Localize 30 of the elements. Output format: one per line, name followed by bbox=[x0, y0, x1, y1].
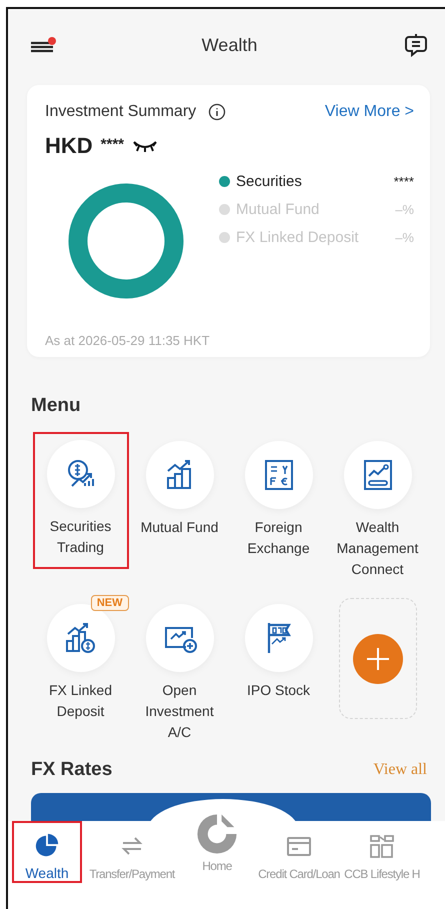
menu-shortcut[interactable]: Foreign Exchange bbox=[232, 433, 324, 582]
plus-icon bbox=[364, 646, 390, 672]
menu-shortcut[interactable]: Wealth Management Connect bbox=[332, 433, 424, 582]
menu-shortcut[interactable]: IPO Stock bbox=[232, 596, 324, 745]
new-badge: NEW bbox=[90, 595, 128, 611]
page-title: Wealth bbox=[202, 34, 258, 56]
card-title: Investment Summary bbox=[45, 103, 196, 121]
pie-chart-icon bbox=[33, 833, 61, 859]
currency-label: HKD bbox=[45, 133, 93, 159]
grid-icon bbox=[368, 833, 396, 861]
menu-icon[interactable] bbox=[28, 35, 56, 55]
nav-tab[interactable]: Wealth bbox=[12, 821, 82, 883]
legend-value: –% bbox=[395, 230, 414, 245]
view-more-link[interactable]: View More > bbox=[324, 103, 414, 121]
legend-label: Mutual Fund bbox=[236, 201, 320, 218]
chat-icon[interactable] bbox=[402, 32, 429, 58]
legend-label: FX Linked Deposit bbox=[236, 229, 359, 246]
menu-shortcut[interactable]: NEW FX Linked Deposit bbox=[34, 596, 126, 745]
closed-eye-icon[interactable] bbox=[132, 139, 158, 153]
section-title: FX Rates bbox=[31, 759, 112, 781]
legend-value: **** bbox=[394, 174, 414, 189]
menu-shortcut[interactable]: Securities Trading bbox=[32, 432, 128, 569]
section-title: Menu bbox=[31, 395, 82, 417]
legend-label: Securities bbox=[236, 173, 302, 190]
legend-value: –% bbox=[395, 202, 414, 217]
timestamp: As at 2026-05-29 11:35 HKT bbox=[45, 333, 211, 348]
menu-shortcut[interactable]: Mutual Fund bbox=[134, 433, 226, 582]
masked-amount: **** bbox=[100, 136, 124, 152]
menu-shortcut[interactable]: Open Investment A/C bbox=[134, 596, 226, 745]
info-icon[interactable] bbox=[208, 103, 226, 121]
